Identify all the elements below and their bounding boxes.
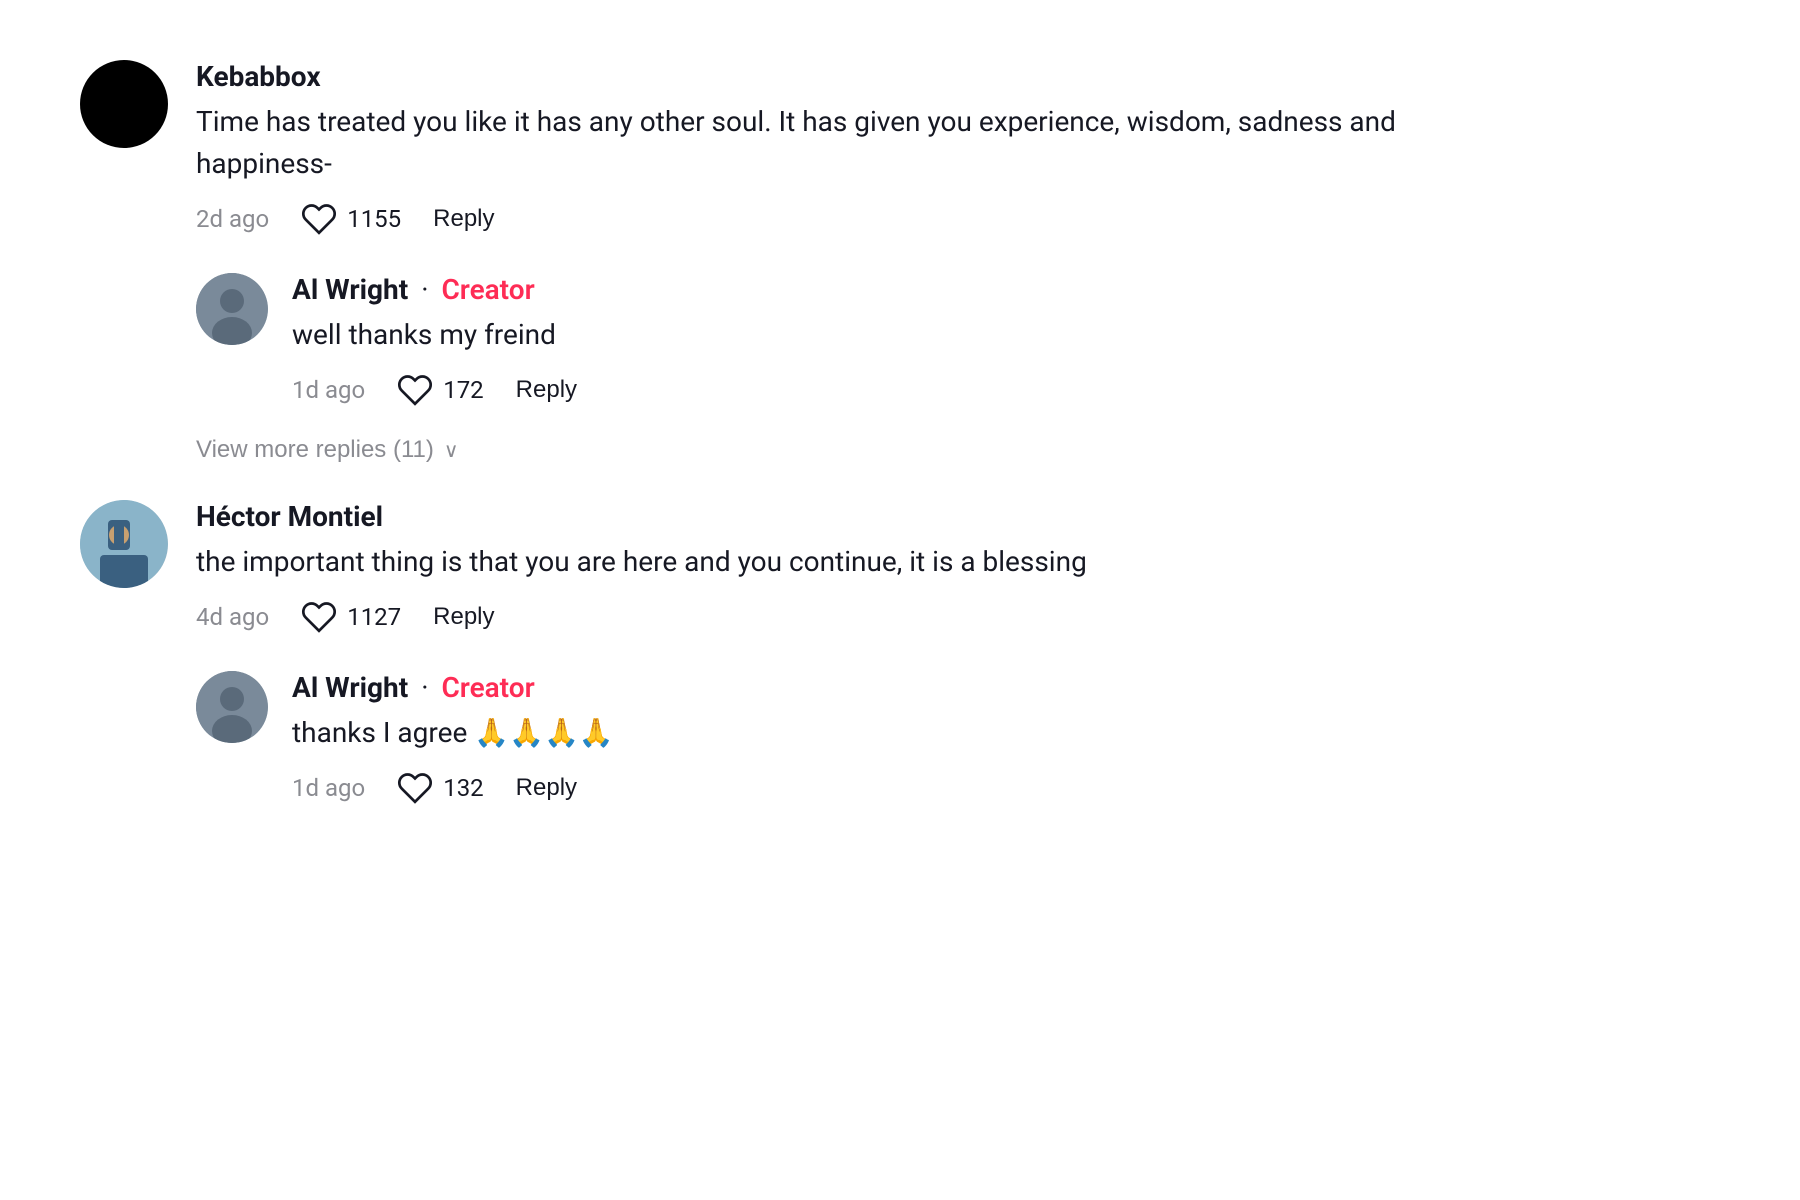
creator-label: Creator [441,273,534,306]
dot-separator: · [421,273,435,306]
reply-heart-icon-2[interactable] [397,770,433,806]
avatar [80,60,168,148]
comment-time: 2d ago [196,205,269,233]
replies-section: Al Wright · Creator well thanks my frein… [196,273,1480,464]
reply-like-count-2: 132 [443,774,483,802]
reply-like-count: 172 [443,376,483,404]
username-text: Kebabbox [196,60,321,93]
comment-content: Kebabbox Time has treated you like it ha… [196,60,1480,237]
reply-avatar [196,273,268,345]
like-count-2: 1127 [347,603,401,631]
comment-meta: 2d ago 1155 Reply [196,201,1480,237]
dot-separator-2: · [421,671,435,704]
reply-username-text-2: Al Wright [292,671,408,704]
like-section: 1155 [301,201,401,237]
reply-block-2: Al Wright · Creator thanks I agree 🙏🙏🙏🙏 … [196,671,1480,806]
reply-like-section-2: 132 [397,770,483,806]
reply-username-2: Al Wright · Creator [292,671,1480,704]
reply-time: 1d ago [292,376,365,404]
avatar-illustration [196,273,268,345]
reply-text: well thanks my freind [292,314,1480,356]
comment-block: Kebabbox Time has treated you like it ha… [80,60,1480,237]
reply-username: Al Wright · Creator [292,273,1480,306]
reply-heart-icon[interactable] [397,372,433,408]
avatar-hector [80,500,168,588]
reply-like-section: 172 [397,372,483,408]
comment-username: Kebabbox [196,60,1480,93]
reply-content-2: Al Wright · Creator thanks I agree 🙏🙏🙏🙏 … [292,671,1480,806]
alwright-avatar-2 [196,671,268,743]
comment-content-2: Héctor Montiel the important thing is th… [196,500,1480,635]
creator-label-2: Creator [441,671,534,704]
reply-reply-button[interactable]: Reply [516,376,577,404]
reply-block: Al Wright · Creator well thanks my frein… [196,273,1480,408]
comment-meta-2: 4d ago 1127 Reply [196,599,1480,635]
reply-content: Al Wright · Creator well thanks my frein… [292,273,1480,408]
chevron-down-icon: ∨ [444,438,459,463]
like-count: 1155 [347,205,401,233]
reply-reply-button-2[interactable]: Reply [516,774,577,802]
reply-time-2: 1d ago [292,774,365,802]
comment-time-2: 4d ago [196,603,269,631]
heart-icon-2[interactable] [301,599,337,635]
reply-button[interactable]: Reply [433,205,494,233]
reply-avatar-2 [196,671,268,743]
username-text-2: Héctor Montiel [196,500,383,533]
like-section-2: 1127 [301,599,401,635]
reply-button-2[interactable]: Reply [433,603,494,631]
heart-icon[interactable] [301,201,337,237]
comment-username-2: Héctor Montiel [196,500,1480,533]
reply-text-2: thanks I agree 🙏🙏🙏🙏 [292,712,1480,754]
view-more-text: View more replies (11) [196,436,434,464]
comment-text-2: the important thing is that you are here… [196,541,1480,583]
hector-avatar-illustration [80,500,168,588]
comment-text: Time has treated you like it has any oth… [196,101,1480,185]
view-more-replies-button[interactable]: View more replies (11) ∨ [196,436,459,464]
replies-section-2: Al Wright · Creator thanks I agree 🙏🙏🙏🙏 … [196,671,1480,806]
reply-username-text: Al Wright [292,273,408,306]
comments-container: Kebabbox Time has treated you like it ha… [80,60,1480,806]
comment-block-2: Héctor Montiel the important thing is th… [80,500,1480,635]
reply-meta: 1d ago 172 Reply [292,372,1480,408]
reply-meta-2: 1d ago 132 Reply [292,770,1480,806]
